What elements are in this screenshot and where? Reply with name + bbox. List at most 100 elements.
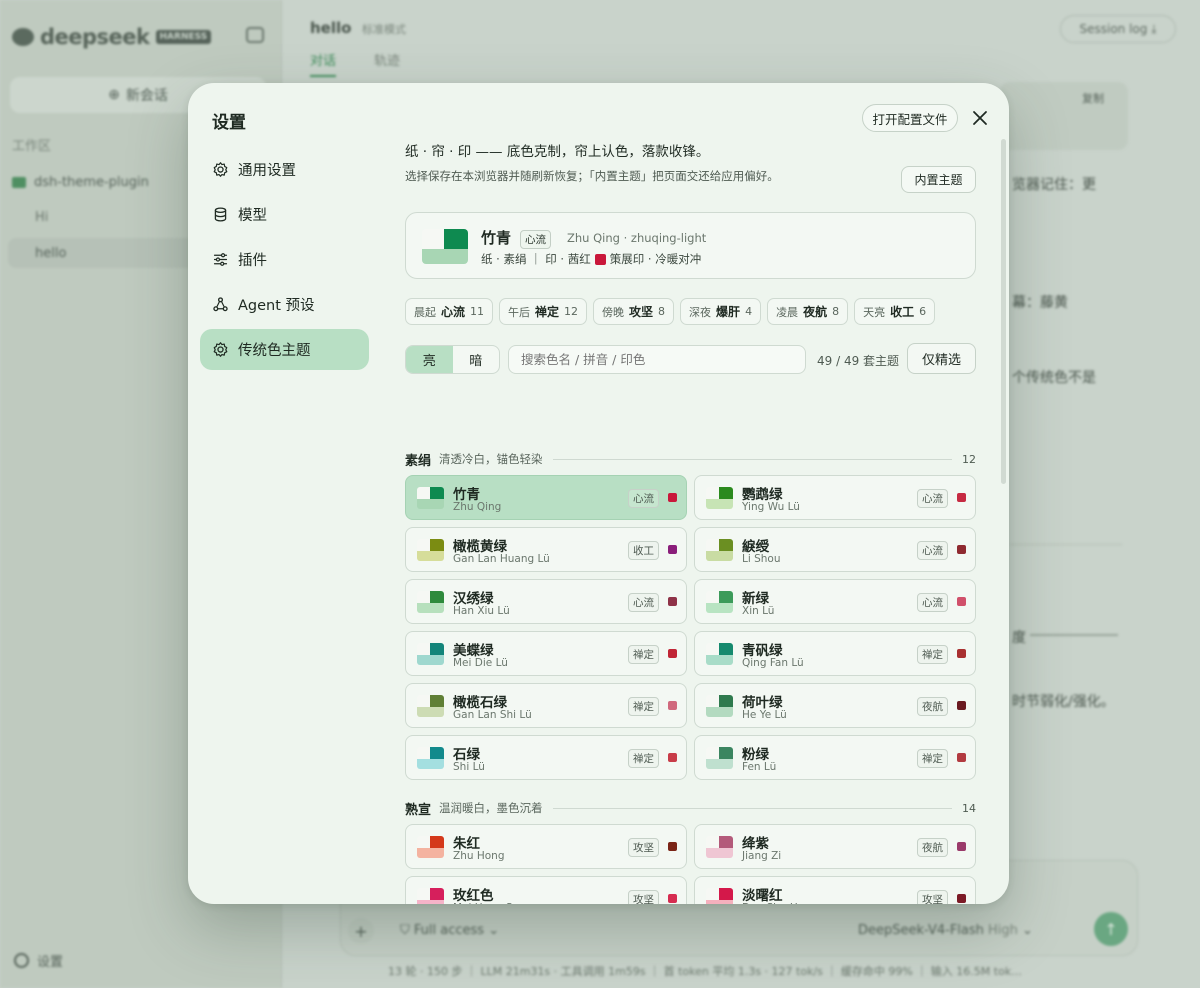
nav-item-3[interactable]: Agent 预设 bbox=[200, 284, 369, 325]
time-chip[interactable]: 凌晨 夜航 8 bbox=[767, 298, 849, 325]
theme-swatch bbox=[706, 836, 733, 858]
nav-item-label: 插件 bbox=[238, 253, 267, 269]
theme-mood-tag: 心流 bbox=[628, 593, 659, 612]
theme-swatch bbox=[417, 695, 444, 717]
theme-search-input[interactable] bbox=[508, 345, 806, 374]
time-period: 午后 bbox=[508, 305, 531, 319]
time-chip[interactable]: 天亮 收工 6 bbox=[854, 298, 936, 325]
theme-card[interactable]: 粉绿 Fen Lü 禅定 bbox=[694, 735, 976, 780]
close-icon[interactable] bbox=[970, 108, 990, 128]
send-button[interactable]: ↑ bbox=[1094, 912, 1128, 946]
seal-color-dot bbox=[957, 493, 966, 502]
model-selector[interactable]: DeepSeek-V4-Flash High ⌄ bbox=[858, 923, 1033, 938]
theme-pinyin: Han Xiu Lü bbox=[453, 605, 510, 617]
nav-item-1[interactable]: 模型 bbox=[200, 194, 369, 235]
theme-pinyin: Ying Wu Lü bbox=[742, 501, 800, 513]
theme-pinyin: Mei Hong Se bbox=[453, 902, 519, 904]
light-mode-option[interactable]: 亮 bbox=[406, 346, 453, 373]
time-chip[interactable]: 深夜 爆肝 4 bbox=[680, 298, 762, 325]
time-chip[interactable]: 傍晚 攻坚 8 bbox=[593, 298, 675, 325]
time-period: 深夜 bbox=[689, 305, 712, 319]
theme-name: 石绿 bbox=[453, 747, 480, 763]
theme-mood-tag: 夜航 bbox=[917, 697, 948, 716]
message-text: 个传统色不是 bbox=[1012, 370, 1096, 386]
section-desc: 温润暖白，墨色沉着 bbox=[439, 801, 543, 815]
theme-mood-tag: 攻坚 bbox=[628, 838, 659, 857]
chat-item-hi[interactable]: Hi bbox=[35, 210, 48, 225]
seal-color-dot bbox=[668, 493, 677, 502]
theme-card[interactable]: 橄榄黄绿 Gan Lan Huang Lü 收工 bbox=[405, 527, 687, 572]
builtin-theme-button[interactable]: 内置主题 bbox=[901, 166, 976, 193]
message-text: 览器记住：更 bbox=[1012, 177, 1096, 193]
theme-card[interactable]: 美蝶绿 Mei Die Lü 禅定 bbox=[405, 631, 687, 676]
workspace-folder[interactable]: dsh-theme-plugin bbox=[12, 175, 149, 190]
only-selected-button[interactable]: 仅精选 bbox=[907, 343, 976, 374]
copy-button[interactable]: 复制 bbox=[1082, 90, 1104, 106]
theme-swatch bbox=[706, 695, 733, 717]
theme-card[interactable]: 竹青 Zhu Qing 心流 bbox=[405, 475, 687, 520]
effort-label: High bbox=[988, 923, 1018, 938]
theme-card[interactable]: 新绿 Xin Lü 心流 bbox=[694, 579, 976, 624]
seal-color-dot bbox=[668, 753, 677, 762]
nav-item-2[interactable]: 插件 bbox=[200, 239, 369, 280]
paper-seal-text: 纸 · 素绢 ｜ 印 · 茜红 bbox=[481, 252, 591, 266]
attach-button[interactable]: + bbox=[348, 918, 374, 944]
theme-card[interactable]: 鹦鹉绿 Ying Wu Lü 心流 bbox=[694, 475, 976, 520]
theme-mood-tag: 心流 bbox=[917, 593, 948, 612]
theme-card[interactable]: 石绿 Shi Lü 禅定 bbox=[405, 735, 687, 780]
section-count: 12 bbox=[962, 452, 976, 466]
theme-swatch bbox=[417, 888, 444, 904]
access-label: Full access bbox=[413, 923, 485, 938]
theme-card[interactable]: 汉绣绿 Han Xiu Lü 心流 bbox=[405, 579, 687, 624]
sidebar-settings-button[interactable]: 设置 bbox=[14, 951, 63, 970]
open-config-button[interactable]: 打开配置文件 bbox=[862, 104, 958, 132]
theme-card[interactable]: 绛紫 Jiang Zi 夜航 bbox=[694, 824, 976, 869]
light-dark-toggle[interactable]: 亮 暗 bbox=[405, 345, 500, 374]
theme-pinyin: Xin Lü bbox=[742, 605, 775, 617]
theme-name: 汉绣绿 bbox=[453, 591, 494, 607]
time-count: 8 bbox=[658, 305, 666, 318]
whale-icon bbox=[12, 28, 34, 46]
access-selector[interactable]: ⛉ Full access ⌄ bbox=[400, 923, 499, 938]
current-theme-tag: 心流 bbox=[520, 230, 551, 249]
session-log-button[interactable]: Session log ⤓ bbox=[1060, 15, 1176, 43]
theme-mood-tag: 心流 bbox=[917, 541, 948, 560]
nav-item-0[interactable]: 通用设置 bbox=[200, 149, 369, 190]
nav-item-4[interactable]: 传统色主题 bbox=[200, 329, 369, 370]
theme-name: 玫红色 bbox=[453, 888, 494, 904]
theme-panel: 纸 · 帘 · 印 —— 底色克制，帘上认色，落款收锋。 选择保存在本浏览器并随… bbox=[405, 138, 977, 904]
chat-item-hello[interactable]: hello bbox=[35, 246, 66, 261]
theme-card[interactable]: 玫红色Mei Hong Se 攻坚 bbox=[405, 876, 687, 904]
message-text: 度 bbox=[1012, 630, 1026, 646]
tab-chat[interactable]: 对话 bbox=[310, 50, 337, 77]
theme-card[interactable]: 綟绶 Li Shou 心流 bbox=[694, 527, 976, 572]
time-chip[interactable]: 午后 禅定 12 bbox=[499, 298, 588, 325]
conversation-title: hello bbox=[310, 19, 352, 37]
theme-card[interactable]: 青矾绿 Qing Fan Lü 禅定 bbox=[694, 631, 976, 676]
tab-trace[interactable]: 轨迹 bbox=[374, 50, 400, 69]
logo-wordmark: deepseek bbox=[40, 25, 150, 49]
time-period: 凌晨 bbox=[776, 305, 799, 319]
nav-item-label: Agent 预设 bbox=[238, 298, 315, 314]
settings-label: 设置 bbox=[37, 955, 64, 970]
sidebar-toggle-icon[interactable] bbox=[246, 27, 264, 43]
settings-nav: 通用设置模型插件 Agent 预设传统色主题 bbox=[200, 149, 369, 374]
theme-name: 鹦鹉绿 bbox=[742, 487, 783, 503]
theme-grid: 朱红Zhu Hong 攻坚 绛紫Jiang Zi 夜航玫红色Mei Hong Se 攻坚… bbox=[405, 824, 977, 904]
dark-mode-option[interactable]: 暗 bbox=[453, 346, 500, 373]
theme-mood-tag: 禅定 bbox=[917, 645, 948, 664]
nav-item-label: 模型 bbox=[238, 208, 267, 224]
theme-card[interactable]: 荷叶绿 He Ye Lü 夜航 bbox=[694, 683, 976, 728]
current-theme-name: 竹青 bbox=[481, 229, 512, 247]
time-count: 6 bbox=[919, 305, 927, 318]
theme-card[interactable]: 橄榄石绿 Gan Lan Shi Lü 禅定 bbox=[405, 683, 687, 728]
database-icon bbox=[212, 206, 229, 223]
theme-pinyin: Qing Fan Lü bbox=[742, 657, 804, 669]
theme-swatch bbox=[706, 643, 733, 665]
time-chip[interactable]: 晨起 心流 11 bbox=[405, 298, 494, 325]
section-divider bbox=[552, 807, 952, 809]
theme-card[interactable]: 淡曙红Dan Shu Hong 攻坚 bbox=[694, 876, 976, 904]
section-divider bbox=[552, 458, 952, 460]
theme-card[interactable]: 朱红 Zhu Hong 攻坚 bbox=[405, 824, 687, 869]
scrollbar[interactable] bbox=[1001, 139, 1006, 484]
